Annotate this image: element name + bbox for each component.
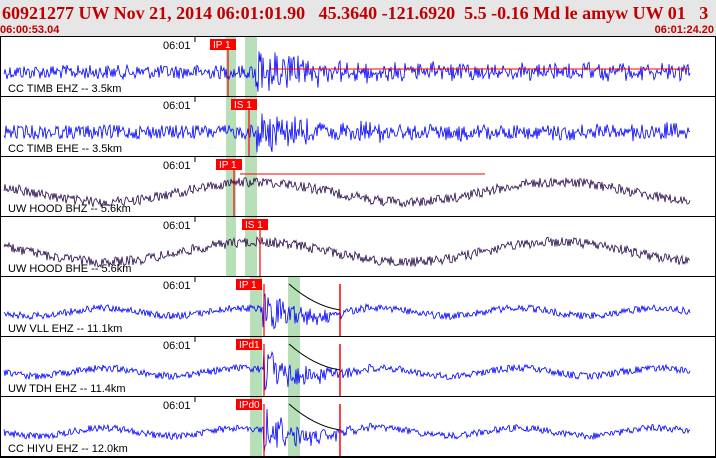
station-label: UW HOOD BHZ -- 5.6km — [8, 203, 131, 215]
end-time: 06:01:24.20 — [654, 24, 714, 36]
pick-window-band — [245, 157, 257, 216]
pick-flag-label: IPd1 — [239, 340, 260, 351]
time-tick-label: 06:01 — [163, 280, 191, 292]
seismogram-panel[interactable]: 06:01 IP 1 CC TIMB EHZ -- 3.5km 06:01 IS 1 CC… — [0, 36, 716, 458]
pick-flag-label: IP 1 — [219, 160, 237, 171]
time-tick-label: 06:01 — [163, 220, 191, 232]
pick-window-band — [288, 397, 300, 456]
station-label: UW VLL EHZ -- 11.1km — [8, 323, 122, 335]
station-label: CC HIYU EHZ -- 12.0km — [8, 443, 128, 455]
station-label: UW HOOD BHE -- 5.6km — [8, 263, 131, 275]
time-tick-label: 06:01 — [163, 40, 191, 52]
event-title: 60921277 UW Nov 21, 2014 06:01:01.90 45.… — [2, 3, 709, 23]
pick-flag-label: IPd0 — [239, 400, 260, 411]
time-tick-label: 06:01 — [163, 100, 191, 112]
pick-flag-label: IP 1 — [239, 280, 257, 291]
pick-flag-label: IS 1 — [245, 220, 263, 231]
start-time: 06:00:53.04 — [0, 24, 60, 36]
station-label: UW TDH EHZ -- 11.4km — [8, 383, 126, 395]
event-header: 60921277 UW Nov 21, 2014 06:01:01.90 45.… — [0, 0, 716, 36]
pick-window-band — [226, 217, 236, 276]
station-label: CC TIMB EHZ -- 3.5km — [8, 83, 121, 95]
pick-flag-label: IS 1 — [234, 100, 252, 111]
time-tick-label: 06:01 — [163, 340, 191, 352]
time-tick-label: 06:01 — [163, 400, 191, 412]
pick-flag-label: IP 1 — [213, 40, 231, 51]
station-label: CC TIMB EHE -- 3.5km — [8, 143, 122, 155]
time-tick-label: 06:01 — [163, 160, 191, 172]
